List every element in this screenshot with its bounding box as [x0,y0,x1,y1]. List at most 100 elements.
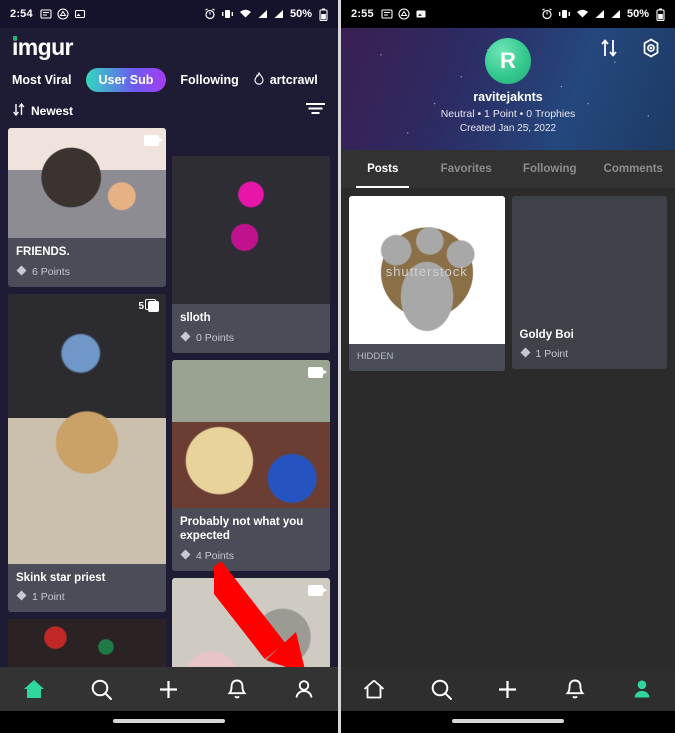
cloud-icon [57,8,69,20]
nav-profile[interactable] [270,678,338,701]
post-thumbnail: 5 [8,293,166,564]
feed-column-left: FRIENDS. 6 Points 5 Skink star priest 1 … [8,128,166,723]
nav-profile[interactable] [608,678,675,701]
right-phone-screen: 2:55 50% R ravitejaknts Neutral • 1 Poin… [338,0,675,733]
post-meta: slloth 0 Points [172,304,330,352]
nav-search[interactable] [68,678,136,701]
left-phone-screen: 2:54 50% imgur Most Viral User Sub Follo… [0,0,338,733]
post-meta: Probably not what you expected 4 Points [172,508,330,571]
album-icon [145,298,159,312]
video-icon [308,584,327,596]
post-card[interactable]: FRIENDS. 6 Points [8,128,166,287]
profile-post-feed[interactable]: shutterstock HIDDEN Goldy Boi 1 Point [341,188,675,668]
tab-following[interactable]: Following [508,150,592,188]
search-icon [91,679,112,700]
post-points: 1 Point [520,347,660,361]
post-meta: Skink star priest 1 Point [8,564,166,612]
tab-posts[interactable]: Posts [341,150,425,188]
post-card[interactable]: Goldy Boi 1 Point [511,196,668,370]
sort-label: Newest [31,103,74,118]
dual-screenshot: 2:54 50% imgur Most Viral User Sub Follo… [0,0,675,733]
logo-dot-icon [13,36,17,40]
profile-summary: R ravitejaknts Neutral • 1 Point • 0 Tro… [341,38,675,134]
post-points: 0 Points [180,331,322,345]
tab-most-viral[interactable]: Most Viral [12,73,72,87]
signal-icon [594,8,605,20]
post-thumbnail [172,156,330,305]
post-card[interactable]: slloth 0 Points [172,156,330,353]
post-badge [308,366,327,378]
nav-add[interactable] [475,678,542,701]
post-title: Skink star priest [16,571,106,584]
plus-icon [499,680,517,698]
album-count-label: 5 [138,300,144,312]
points-label: 4 Points [196,549,234,562]
post-meta: Goldy Boi 1 Point [512,321,668,369]
alarm-icon [541,8,553,20]
post-badge [308,584,327,596]
profile-cover: R ravitejaknts Neutral • 1 Point • 0 Tro… [341,28,675,150]
post-badge [144,135,163,147]
profile-column-right: Goldy Boi 1 Point [511,196,668,668]
post-feed[interactable]: FRIENDS. 6 Points 5 Skink star priest 1 … [0,128,338,723]
tab-following[interactable]: Following [180,73,238,87]
profile-icon [634,680,649,697]
battery-icon [656,8,665,21]
tab-user-sub[interactable]: User Sub [85,68,167,93]
nav-home[interactable] [341,678,408,700]
gesture-bar-right [341,711,675,733]
bell-icon [227,679,247,698]
battery-percent: 50% [289,8,312,20]
nav-search[interactable] [408,678,475,701]
nav-notifications[interactable] [541,678,608,701]
nav-add[interactable] [135,678,203,701]
gesture-bar-left [0,711,338,733]
post-card[interactable]: 5 Skink star priest 1 Point [8,293,166,613]
news-icon [381,8,393,20]
post-card[interactable]: Probably not what you expected 4 Points [172,359,330,571]
points-badge-icon [520,347,531,361]
points-label: 6 Points [32,265,70,278]
vibrate-icon [558,8,571,20]
home-icon [23,680,44,698]
nav-notifications[interactable] [203,678,271,701]
video-icon [308,366,327,378]
avatar[interactable]: R [485,38,531,84]
feed-column-right: slloth 0 Points Probably not what you ex… [172,128,330,723]
watermark-text: shutterstock [385,264,468,280]
cloud-icon [398,8,410,20]
tab-artcrawl[interactable]: artcrawl [253,71,318,89]
feed-tabs: Most Viral User Sub Following artcrawl [12,68,326,93]
post-card[interactable]: shutterstock HIDDEN [349,196,505,371]
home-icon [364,679,385,699]
post-points: 6 Points [16,265,158,279]
signal-icon-2 [610,8,621,20]
sort-control[interactable]: Newest [12,102,74,119]
imgur-logo-text: imgur [12,34,73,60]
post-meta: HIDDEN [349,344,505,371]
post-title: Goldy Boi [519,329,574,341]
status-time: 2:54 [10,8,33,20]
news-icon [40,8,52,20]
profile-username: ravitejaknts [473,90,543,104]
nav-home[interactable] [0,678,68,700]
post-points: 4 Points [180,549,322,563]
tab-favorites[interactable]: Favorites [425,150,509,188]
status-bar-right: 2:55 50% [341,0,675,28]
filter-icon[interactable] [305,101,326,120]
post-badge: 5 [138,298,159,312]
battery-percent: 50% [626,8,649,20]
image-icon [415,8,427,20]
status-time: 2:55 [351,8,374,20]
vibrate-icon [221,8,234,20]
tab-comments[interactable]: Comments [592,150,675,188]
status-bar-left: 2:54 50% [0,0,338,28]
imgur-header: imgur Most Viral User Sub Following artc… [0,28,338,93]
points-badge-icon [180,331,191,345]
post-thumbnail [8,128,166,239]
points-label: 1 Point [32,591,65,604]
points-badge-icon [16,590,27,604]
points-badge-icon [180,549,191,563]
profile-tabs: Posts Favorites Following Comments [341,150,675,188]
post-title: Probably not what you expected [180,515,304,543]
